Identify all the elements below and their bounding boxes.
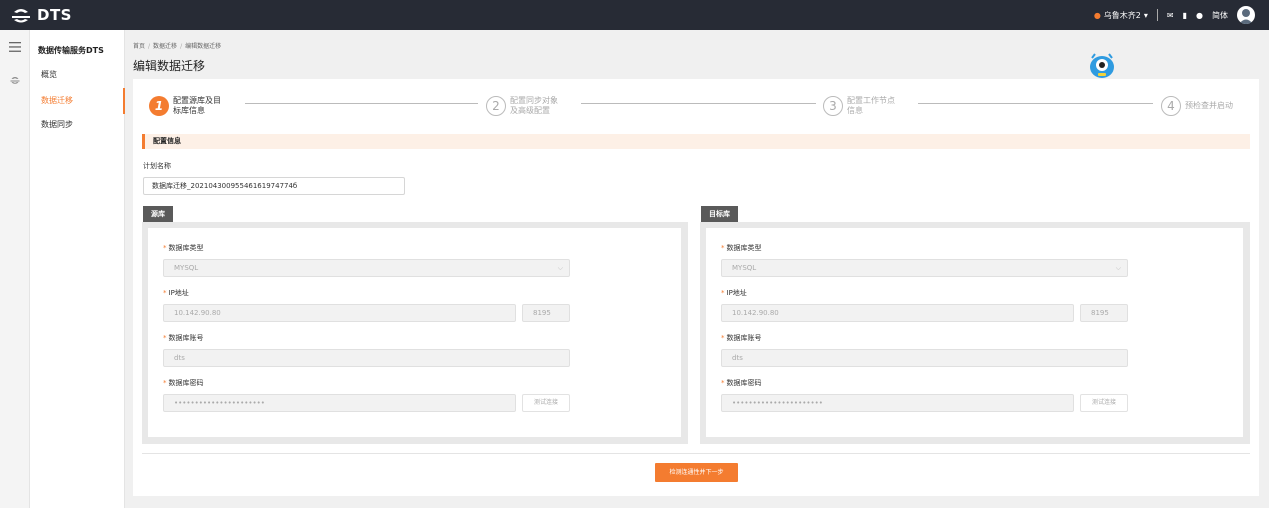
sidebar-item-migration[interactable]: 数据迁移 — [30, 88, 125, 114]
source-test-connection-button[interactable]: 测试连接 — [522, 394, 570, 412]
dts-nav-icon[interactable] — [7, 73, 23, 87]
account-label: * 数据库账号 — [163, 334, 204, 342]
icon-rail — [0, 30, 30, 508]
source-db-tab: 源库 — [143, 206, 173, 222]
source-account-input[interactable]: dts — [163, 349, 570, 367]
main-panel: 1 配置源库及目 标库信息 2 配置同步对象 及高级配置 3 配置工作节点 信息 4 … — [133, 79, 1259, 496]
language-switch[interactable]: 简体 — [1212, 10, 1228, 21]
db-type-label: * 数据库类型 — [721, 244, 762, 252]
user-avatar-icon — [1239, 9, 1253, 24]
step-3: 3 配置工作节点 信息 — [823, 96, 895, 116]
step-number: 1 — [149, 96, 169, 116]
help-icon[interactable]: ● — [1196, 11, 1203, 20]
step-2: 2 配置同步对象 及高级配置 — [486, 96, 558, 116]
step-connector — [581, 103, 816, 104]
stats-icon[interactable]: ▮ — [1183, 11, 1187, 20]
region-label: 乌鲁木齐2 — [1103, 10, 1141, 20]
step-label: 配置源库及目 标库信息 — [173, 96, 221, 115]
target-test-connection-button[interactable]: 测试连接 — [1080, 394, 1128, 412]
account-label: * 数据库账号 — [721, 334, 762, 342]
step-label: 预检查并启动 — [1185, 101, 1233, 110]
plan-name-label: 计划名称 — [143, 162, 171, 170]
step-connector — [245, 103, 478, 104]
check-and-next-button[interactable]: 检测连通性并下一步 — [655, 463, 738, 482]
source-db-panel: * 数据库类型 MYSQL ⌵ * IP地址 10.142.90.80 8195 * 数… — [142, 222, 688, 444]
target-port-input[interactable]: 8195 — [1080, 304, 1128, 322]
db-type-label: * 数据库类型 — [163, 244, 204, 252]
divider — [142, 453, 1250, 454]
step-1: 1 配置源库及目 标库信息 — [149, 96, 221, 116]
sidebar-item-overview[interactable]: 概览 — [30, 62, 125, 88]
step-number: 4 — [1161, 96, 1181, 116]
target-ip-input[interactable]: 10.142.90.80 — [721, 304, 1074, 322]
target-db-tab: 目标库 — [701, 206, 738, 222]
plan-name-input[interactable]: 数据库迁移_20210430095546161974774б — [143, 177, 405, 195]
step-number: 3 — [823, 96, 843, 116]
ip-label: * IP地址 — [163, 289, 189, 297]
step-4: 4 预检查并启动 — [1161, 96, 1233, 116]
source-ip-input[interactable]: 10.142.90.80 — [163, 304, 516, 322]
caret-down-icon: ▾ — [1143, 10, 1148, 20]
password-label: * 数据库密码 — [163, 379, 204, 387]
avatar[interactable] — [1237, 6, 1255, 24]
sidebar-item-sync[interactable]: 数据同步 — [30, 112, 125, 138]
location-pin-icon: ● — [1093, 10, 1101, 20]
target-account-input[interactable]: dts — [721, 349, 1128, 367]
step-indicator: 1 配置源库及目 标库信息 2 配置同步对象 及高级配置 3 配置工作节点 信息 4 … — [133, 79, 1259, 127]
ip-label: * IP地址 — [721, 289, 747, 297]
chevron-down-icon: ⌵ — [557, 264, 563, 272]
sidebar-title: 数据传输服务DTS — [38, 46, 104, 55]
breadcrumb: 首页 / 数据迁移 / 编辑数据迁移 — [133, 43, 222, 50]
breadcrumb-migration[interactable]: 数据迁移 — [153, 43, 177, 50]
breadcrumb-current: 编辑数据迁移 — [185, 43, 222, 50]
page-title: 编辑数据迁移 — [133, 59, 206, 73]
source-password-input[interactable]: •••••••••••••••••••••• — [163, 394, 516, 412]
divider — [1156, 9, 1158, 21]
target-db-panel: * 数据库类型 MYSQL ⌵ * IP地址 10.142.90.80 8195 * 数… — [700, 222, 1250, 444]
source-db-type-select[interactable]: MYSQL ⌵ — [163, 259, 570, 277]
password-label: * 数据库密码 — [721, 379, 762, 387]
mail-icon[interactable]: ✉ — [1167, 11, 1174, 20]
section-title: 配置信息 — [142, 134, 1250, 149]
step-label: 配置同步对象 及高级配置 — [510, 96, 558, 115]
target-db-type-select[interactable]: MYSQL ⌵ — [721, 259, 1128, 277]
top-bar: DTS ● 乌鲁木齐2 ▾ ✉ ▮ ● 简体 — [0, 0, 1269, 30]
step-label: 配置工作节点 信息 — [847, 96, 895, 115]
breadcrumb-home[interactable]: 首页 — [133, 43, 145, 50]
cloud-logo-icon — [12, 9, 30, 23]
region-selector[interactable]: ● 乌鲁木齐2 ▾ — [1094, 10, 1148, 21]
logo[interactable]: DTS — [10, 5, 72, 25]
step-number: 2 — [486, 96, 506, 116]
app-name: DTS — [37, 6, 72, 24]
target-password-input[interactable]: •••••••••••••••••••••• — [721, 394, 1074, 412]
step-connector — [918, 103, 1153, 104]
menu-toggle-icon[interactable] — [7, 40, 23, 54]
sidebar: 数据传输服务DTS 概览 数据迁移 数据同步 — [30, 30, 125, 508]
chevron-down-icon: ⌵ — [1115, 264, 1121, 272]
mascot-icon[interactable] — [1087, 50, 1117, 80]
source-port-input[interactable]: 8195 — [522, 304, 570, 322]
